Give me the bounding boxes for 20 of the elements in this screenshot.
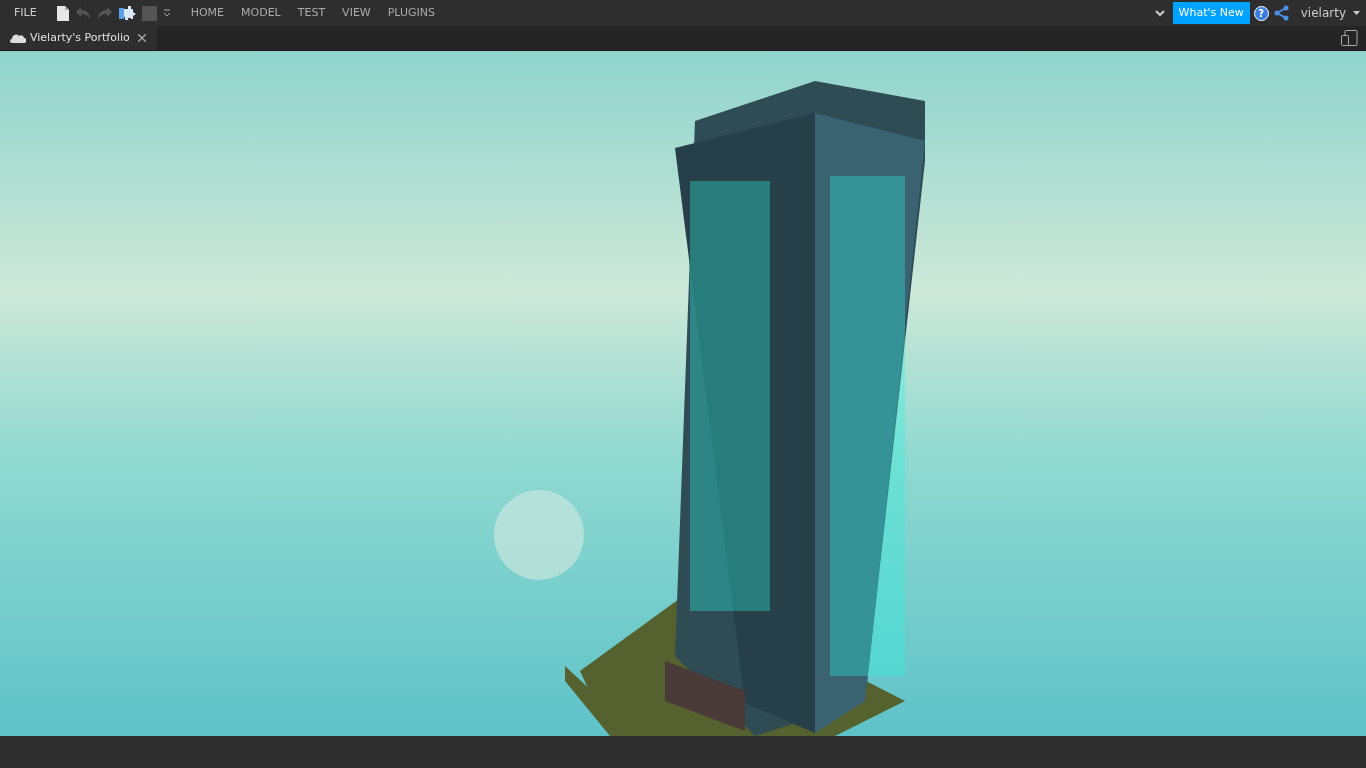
dropdown-icon[interactable] [162,9,171,17]
tab-title: Vielarty's Portfolio [30,29,130,46]
ribbon-tab[interactable]: MODEL [233,0,289,26]
document-tab[interactable]: Vielarty's Portfolio [0,26,157,50]
ribbon-tab[interactable]: VIEW [334,0,379,26]
viewport-scene[interactable] [0,51,1366,736]
caret-icon[interactable] [1353,11,1360,15]
device-icon[interactable] [1341,30,1358,46]
close-icon[interactable] [137,34,146,42]
play-part-icon[interactable] [118,4,136,22]
file-menu[interactable]: FILE [0,0,51,26]
chevron-down-icon[interactable] [1154,9,1165,17]
ribbon-tab[interactable]: HOME [182,0,233,26]
ribbon-tab[interactable]: PLUGINS [379,0,443,26]
help-button[interactable]: ? [1253,5,1269,21]
new-file-icon[interactable] [56,5,69,21]
share-icon[interactable] [1273,5,1290,21]
ribbon-tab[interactable]: TEST [289,0,334,26]
user-menu[interactable]: vielarty [1299,4,1347,22]
cloud-icon [10,33,26,43]
